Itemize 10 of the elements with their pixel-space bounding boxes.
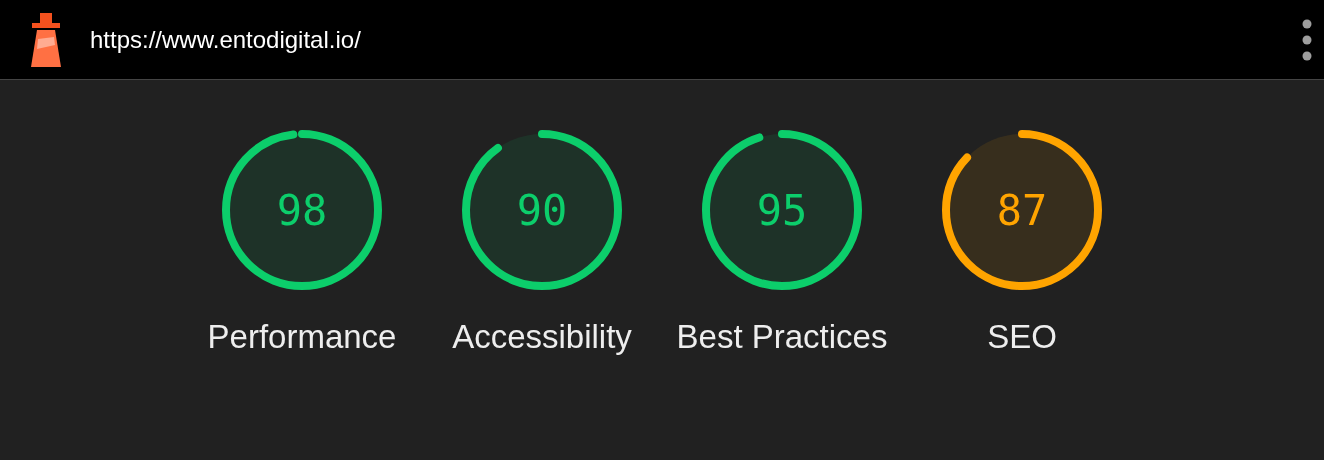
score-value: 90 [516, 184, 568, 237]
score-value: 98 [276, 184, 328, 237]
category-label: Accessibility [451, 317, 633, 357]
score-value: 87 [996, 184, 1048, 237]
score-value: 95 [756, 184, 808, 237]
category-label: SEO [986, 317, 1058, 357]
category-label: Best Practices [675, 317, 889, 357]
page-url: https://www.entodigital.io/ [90, 24, 361, 55]
more-options-icon[interactable] [1302, 18, 1312, 61]
category-label: Performance [206, 317, 398, 357]
